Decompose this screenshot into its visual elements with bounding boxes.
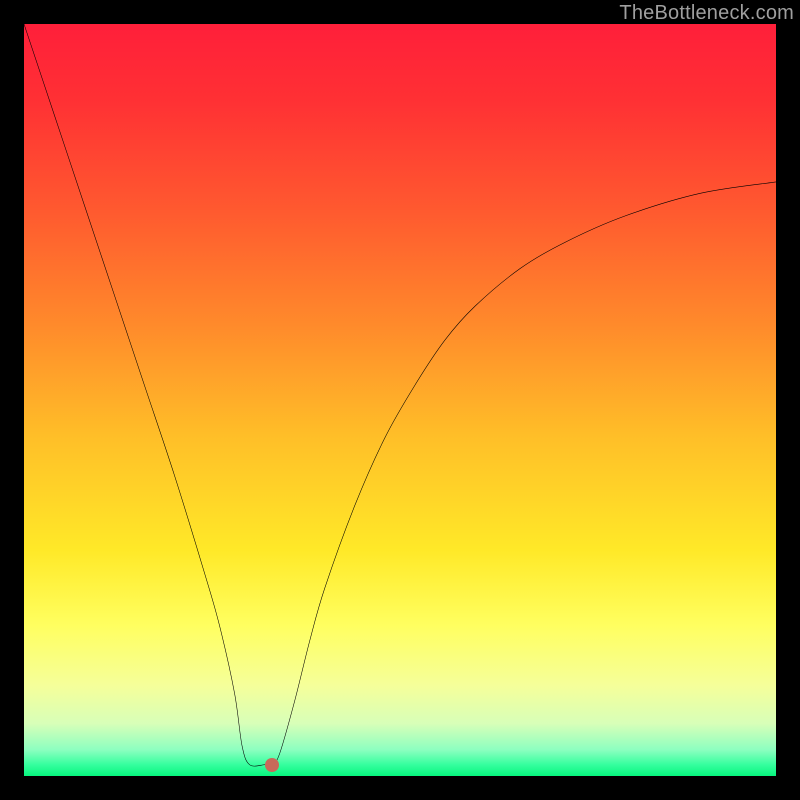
minimum-marker [265, 758, 279, 772]
curve-layer [24, 24, 776, 776]
bottleneck-curve [24, 24, 776, 766]
watermark-text: TheBottleneck.com [619, 2, 794, 25]
plot-area [24, 24, 776, 776]
chart-frame: TheBottleneck.com [0, 0, 800, 800]
